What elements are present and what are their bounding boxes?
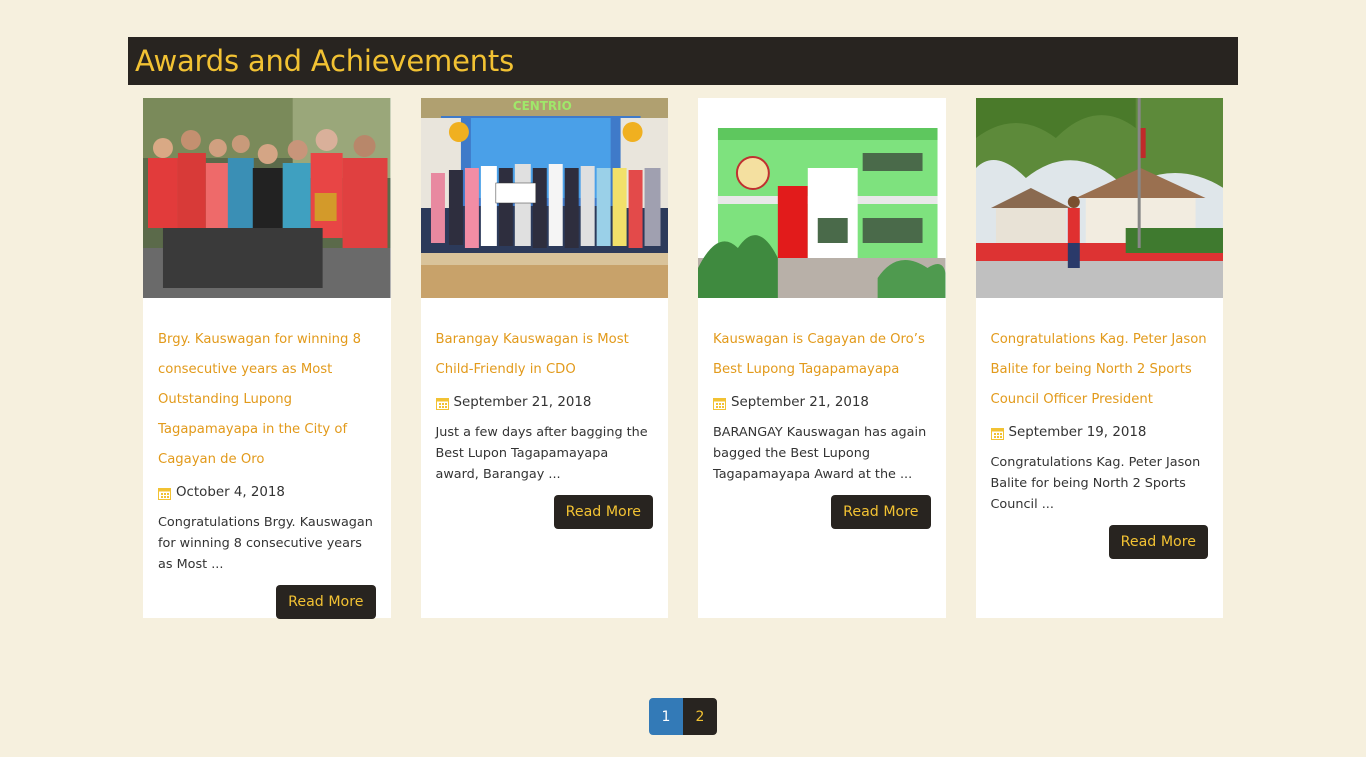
- page-header: Awards and Achievements: [128, 37, 1238, 85]
- news-card: Kauswagan is Cagayan de Oro’s Best Lupon…: [698, 98, 946, 618]
- news-date-text: September 21, 2018: [453, 395, 592, 410]
- news-photo-group-award[interactable]: [143, 98, 391, 298]
- news-title-link[interactable]: Barangay Kauswagan is Most Child-Friendl…: [436, 325, 654, 385]
- news-date-text: September 19, 2018: [1008, 425, 1147, 440]
- page-1-button[interactable]: 1: [649, 698, 683, 735]
- news-excerpt: Just a few days after bagging the Best L…: [435, 425, 648, 482]
- news-date-text: September 21, 2018: [731, 395, 869, 410]
- read-more-button[interactable]: Read More: [831, 495, 931, 529]
- news-excerpt: Congratulations Kag. Peter Jason Balite …: [990, 455, 1201, 512]
- news-card-grid: Brgy. Kauswagan for winning 8 consecutiv…: [143, 98, 1223, 619]
- news-date: October 4, 2018: [158, 483, 376, 503]
- news-date: September 21, 2018: [713, 393, 931, 413]
- news-card: CENTRIO Barangay Kauswagan is Most Child…: [420, 98, 668, 618]
- calendar-icon: [990, 427, 1004, 440]
- svg-text:CENTRIO: CENTRIO: [512, 99, 571, 113]
- news-excerpt: BARANGAY Kauswagan has again bagged the …: [713, 425, 927, 482]
- news-date: September 19, 2018: [990, 423, 1209, 443]
- page-2-button[interactable]: 2: [683, 698, 717, 735]
- calendar-icon: [713, 397, 726, 410]
- news-card: Congratulations Kag. Peter Jason Balite …: [975, 98, 1223, 618]
- calendar-icon: [158, 487, 171, 500]
- news-photo-stage-award[interactable]: CENTRIO: [420, 98, 668, 298]
- news-title-link[interactable]: Brgy. Kauswagan for winning 8 consecutiv…: [158, 325, 376, 475]
- news-date-text: October 4, 2018: [176, 485, 285, 500]
- calendar-icon: [435, 397, 449, 410]
- read-more-button[interactable]: Read More: [1108, 525, 1208, 559]
- news-photo-barangay-hall[interactable]: [698, 98, 946, 298]
- news-card: Brgy. Kauswagan for winning 8 consecutiv…: [143, 98, 391, 619]
- news-excerpt: Congratulations Brgy. Kauswagan for winn…: [158, 515, 373, 572]
- news-title-link[interactable]: Congratulations Kag. Peter Jason Balite …: [991, 325, 1209, 415]
- pagination: 1 2: [649, 698, 717, 735]
- news-photo-outdoor-speech[interactable]: [975, 98, 1223, 298]
- page-title: Awards and Achievements: [135, 44, 514, 78]
- read-more-button[interactable]: Read More: [276, 585, 376, 619]
- news-date: September 21, 2018: [435, 393, 654, 413]
- read-more-button[interactable]: Read More: [553, 495, 653, 529]
- news-title-link[interactable]: Kauswagan is Cagayan de Oro’s Best Lupon…: [713, 325, 931, 385]
